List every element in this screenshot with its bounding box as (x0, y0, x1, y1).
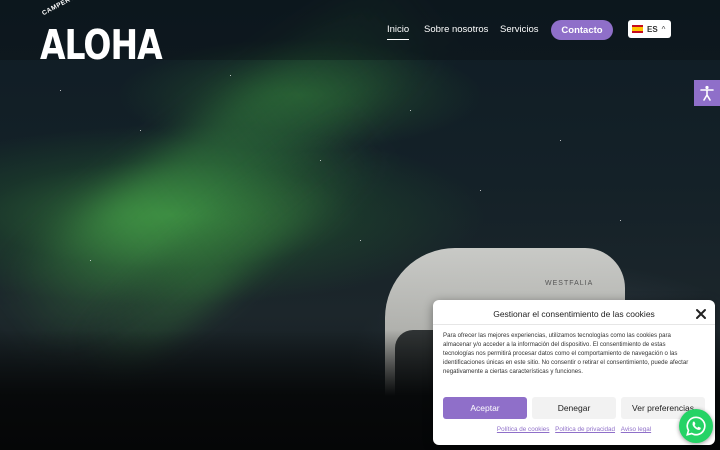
cookie-dialog-title: Gestionar el consentimiento de las cooki… (493, 309, 655, 319)
nav-item-sobre-nosotros[interactable]: Sobre nosotros (424, 24, 488, 35)
accessibility-button[interactable] (694, 80, 720, 106)
star (480, 190, 481, 191)
deny-button[interactable]: Denegar (532, 397, 616, 419)
campervan-brand-text: WESTFALIA (545, 280, 594, 287)
star (620, 220, 621, 221)
spain-flag-icon (632, 25, 643, 33)
accept-button[interactable]: Aceptar (443, 397, 527, 419)
cookie-consent-dialog: Gestionar el consentimiento de las cooki… (433, 300, 715, 445)
star (90, 260, 91, 261)
nav-item-servicios[interactable]: Servicios (500, 24, 539, 35)
cookie-policy-link[interactable]: Política de cookies (497, 426, 550, 433)
star (360, 240, 361, 241)
legal-notice-link[interactable]: Aviso legal (621, 426, 651, 433)
star (140, 130, 141, 131)
chevron-up-icon: ^ (661, 24, 666, 34)
logo-subtitle: CAMPERVAN (41, 0, 85, 18)
accessibility-icon (700, 85, 714, 101)
divider (433, 324, 715, 325)
star (560, 140, 561, 141)
site-header: CAMPERVAN ALOHA Inicio Sobre nosotros Se… (0, 0, 720, 69)
language-selector[interactable]: ES ^ (628, 20, 671, 38)
nav-item-inicio[interactable]: Inicio (387, 24, 410, 40)
star (410, 110, 411, 111)
site-logo[interactable]: CAMPERVAN ALOHA (40, 0, 163, 69)
close-icon[interactable] (695, 307, 707, 319)
whatsapp-icon (686, 416, 706, 436)
star (60, 90, 61, 91)
whatsapp-button[interactable] (679, 409, 713, 443)
star (320, 160, 321, 161)
contact-button[interactable]: Contacto (551, 20, 613, 40)
logo-title: ALOHA (40, 20, 163, 69)
language-code: ES (647, 24, 658, 34)
cookie-policy-links: Política de cookies Política de privacid… (433, 426, 715, 433)
cookie-dialog-body: Para ofrecer las mejores experiencias, u… (443, 332, 689, 375)
star (230, 75, 231, 76)
privacy-policy-link[interactable]: Política de privacidad (555, 426, 615, 433)
